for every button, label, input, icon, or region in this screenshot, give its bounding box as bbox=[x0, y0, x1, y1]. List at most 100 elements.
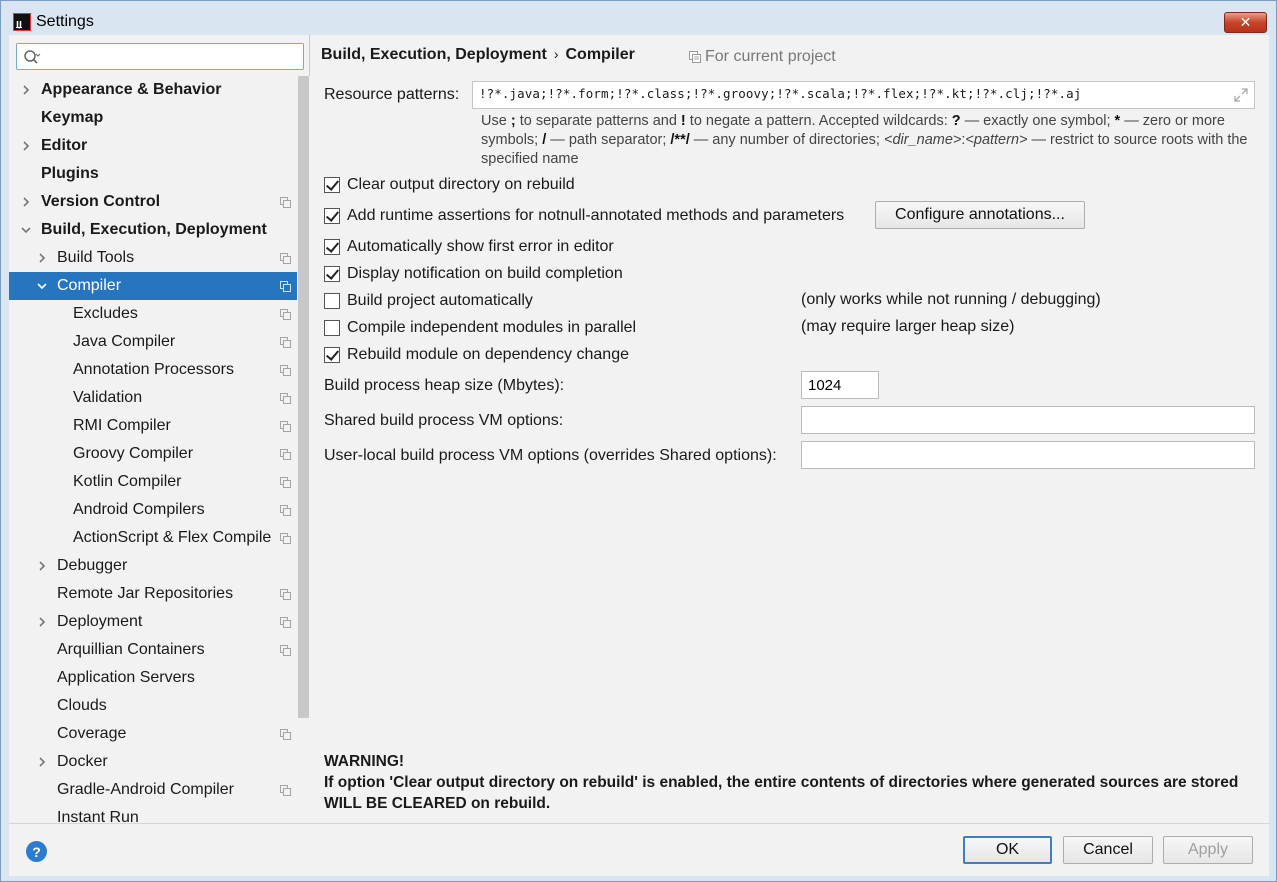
sidebar-item[interactable]: Coverage bbox=[9, 720, 297, 748]
sidebar-scrollbar-thumb[interactable] bbox=[298, 76, 309, 718]
sidebar-item[interactable]: ActionScript & Flex Compile bbox=[9, 524, 297, 552]
option-runtime-assertions[interactable]: Add runtime assertions for notnull-annot… bbox=[324, 206, 844, 226]
show-first-error-label: Automatically show first error in editor bbox=[347, 238, 614, 255]
breadcrumb: Build, Execution, Deployment › Compiler bbox=[321, 46, 635, 64]
build-notification-checkbox[interactable] bbox=[324, 266, 340, 282]
sidebar-item[interactable]: RMI Compiler bbox=[9, 412, 297, 440]
sidebar-item-label: Annotation Processors bbox=[73, 361, 234, 378]
sidebar-item-label: Version Control bbox=[41, 193, 161, 210]
sidebar-item[interactable]: Remote Jar Repositories bbox=[9, 580, 297, 608]
user-vm-options-label: User-local build process VM options (ove… bbox=[324, 447, 777, 464]
chevron-right-icon[interactable] bbox=[37, 757, 47, 767]
sidebar-item[interactable]: Plugins bbox=[9, 160, 297, 188]
sidebar-item-label: Arquillian Containers bbox=[57, 641, 205, 658]
dialog-footer: ? OK Cancel Apply bbox=[9, 823, 1269, 876]
sidebar-item[interactable]: Arquillian Containers bbox=[9, 636, 297, 664]
project-scope-icon bbox=[280, 197, 291, 208]
apply-button[interactable]: Apply bbox=[1163, 836, 1253, 864]
ok-button[interactable]: OK bbox=[963, 836, 1052, 864]
settings-search[interactable] bbox=[16, 43, 304, 70]
resource-patterns-label: Resource patterns: bbox=[324, 86, 460, 103]
sidebar-item-label: Remote Jar Repositories bbox=[57, 585, 234, 602]
project-scope-icon bbox=[280, 477, 291, 488]
build-automatically-note: (only works while not running / debuggin… bbox=[801, 291, 1101, 308]
clear-output-label: Clear output directory on rebuild bbox=[347, 176, 575, 193]
sidebar-item[interactable]: Excludes bbox=[9, 300, 297, 328]
chevron-right-icon[interactable] bbox=[21, 141, 31, 151]
option-build-automatically[interactable]: Build project automatically bbox=[324, 291, 533, 311]
show-first-error-checkbox[interactable] bbox=[324, 239, 340, 255]
chevron-down-icon[interactable] bbox=[37, 281, 47, 291]
heap-size-label: Build process heap size (Mbytes): bbox=[324, 377, 565, 394]
shared-vm-options-label: Shared build process VM options: bbox=[324, 412, 564, 429]
breadcrumb-separator: › bbox=[553, 46, 559, 62]
sidebar-item[interactable]: Version Control bbox=[9, 188, 297, 216]
sidebar-item[interactable]: Annotation Processors bbox=[9, 356, 297, 384]
intellij-app-icon: IJ bbox=[13, 13, 31, 31]
sidebar-item[interactable]: Debugger bbox=[9, 552, 297, 580]
settings-tree: Appearance & Behavior Keymap Editor Plugins… bbox=[9, 76, 297, 823]
chevron-right-icon[interactable] bbox=[37, 561, 47, 571]
sidebar-item[interactable]: Java Compiler bbox=[9, 328, 297, 356]
option-show-first-error[interactable]: Automatically show first error in editor bbox=[324, 237, 614, 257]
sidebar-item-label: Plugins bbox=[41, 165, 99, 182]
project-scope-icon bbox=[280, 253, 291, 264]
sidebar-item[interactable]: Keymap bbox=[9, 104, 297, 132]
chevron-right-icon[interactable] bbox=[37, 617, 47, 627]
sidebar-item-label: Build, Execution, Deployment bbox=[41, 221, 267, 238]
search-input[interactable] bbox=[47, 47, 297, 66]
cancel-button[interactable]: Cancel bbox=[1063, 836, 1153, 864]
parallel-modules-label: Compile independent modules in parallel bbox=[347, 319, 637, 336]
clear-output-checkbox[interactable] bbox=[324, 177, 340, 193]
for-current-project-label: For current project bbox=[705, 48, 836, 65]
sidebar-item[interactable]: Build, Execution, Deployment bbox=[9, 216, 297, 244]
option-parallel-modules[interactable]: Compile independent modules in parallel bbox=[324, 318, 636, 338]
sidebar-item[interactable]: Validation bbox=[9, 384, 297, 412]
breadcrumb-current: Compiler bbox=[565, 46, 635, 63]
sidebar-item[interactable]: Editor bbox=[9, 132, 297, 160]
runtime-assertions-label: Add runtime assertions for notnull-annot… bbox=[347, 207, 845, 224]
sidebar-item-label: Application Servers bbox=[57, 669, 195, 686]
option-build-notification[interactable]: Display notification on build completion bbox=[324, 264, 623, 284]
chevron-down-icon[interactable] bbox=[21, 225, 31, 235]
option-rebuild-on-dependency[interactable]: Rebuild module on dependency change bbox=[324, 345, 629, 365]
runtime-assertions-checkbox[interactable] bbox=[324, 208, 340, 224]
configure-annotations-button[interactable]: Configure annotations... bbox=[875, 201, 1085, 229]
option-clear-output[interactable]: Clear output directory on rebuild bbox=[324, 175, 575, 195]
warning-text: If option 'Clear output directory on reb… bbox=[324, 774, 1239, 812]
sidebar-item[interactable]: Compiler bbox=[9, 272, 297, 300]
chevron-right-icon[interactable] bbox=[21, 85, 31, 95]
sidebar-item[interactable]: Clouds bbox=[9, 692, 297, 720]
rebuild-on-dependency-checkbox[interactable] bbox=[324, 347, 340, 363]
sidebar-item[interactable]: Android Compilers bbox=[9, 496, 297, 524]
sidebar-item[interactable]: Appearance & Behavior bbox=[9, 76, 297, 104]
expand-icon[interactable] bbox=[1233, 87, 1249, 103]
sidebar-item[interactable]: Build Tools bbox=[9, 244, 297, 272]
chevron-right-icon[interactable] bbox=[21, 197, 31, 207]
resource-patterns-field[interactable]: !?*.java;!?*.form;!?*.class;!?*.groovy;!… bbox=[472, 81, 1255, 109]
project-scope-icon bbox=[280, 505, 291, 516]
help-icon[interactable]: ? bbox=[26, 841, 47, 862]
sidebar-item[interactable]: Deployment bbox=[9, 608, 297, 636]
sidebar-item-label: Instant Run bbox=[57, 809, 139, 823]
project-scope-icon bbox=[280, 393, 291, 404]
chevron-right-icon[interactable] bbox=[37, 253, 47, 263]
shared-vm-options-field[interactable] bbox=[801, 406, 1255, 434]
breadcrumb-parent: Build, Execution, Deployment bbox=[321, 46, 547, 63]
sidebar-item[interactable]: Application Servers bbox=[9, 664, 297, 692]
sidebar-item[interactable]: Instant Run bbox=[9, 804, 297, 823]
project-scope-icon bbox=[280, 421, 291, 432]
close-button[interactable]: ✕ bbox=[1224, 12, 1267, 33]
sidebar-item[interactable]: Gradle-Android Compiler bbox=[9, 776, 297, 804]
sidebar-item[interactable]: Groovy Compiler bbox=[9, 440, 297, 468]
warning-title: WARNING! bbox=[324, 753, 405, 770]
user-vm-options-field[interactable] bbox=[801, 441, 1255, 469]
sidebar-item-label: Gradle-Android Compiler bbox=[57, 781, 234, 798]
parallel-modules-checkbox[interactable] bbox=[324, 320, 340, 336]
sidebar-item[interactable]: Kotlin Compiler bbox=[9, 468, 297, 496]
project-scope-icon bbox=[280, 617, 291, 628]
heap-size-field[interactable] bbox=[801, 371, 879, 399]
build-automatically-checkbox[interactable] bbox=[324, 293, 340, 309]
project-scope-icon bbox=[689, 51, 701, 63]
sidebar-item[interactable]: Docker bbox=[9, 748, 297, 776]
